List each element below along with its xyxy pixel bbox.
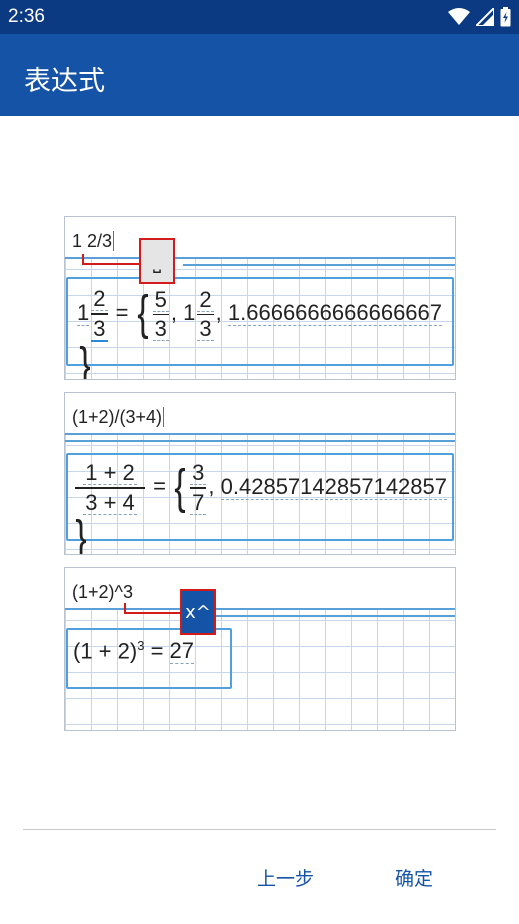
text-cursor: [113, 231, 115, 251]
status-time: 2:36: [8, 6, 45, 27]
app-bar: 表达式: [0, 34, 519, 116]
confirm-button[interactable]: 确定: [395, 864, 433, 891]
status-bar: 2:36: [0, 0, 519, 34]
wifi-icon: [448, 8, 470, 25]
bottom-divider: [23, 829, 496, 830]
example-card-power: (1+2)^3 (1 + 2)3 = 27 x^: [64, 567, 456, 731]
example-result: 123 = {5 3, 123, 1.6666666666666667}: [77, 286, 443, 380]
space-key-hint: ⎵: [139, 238, 175, 284]
example-result: (1 + 2)3 = 27: [73, 638, 195, 665]
example-input: (1+2)^3: [72, 582, 133, 602]
battery-icon: [500, 7, 511, 27]
example-input: (1+2)/(3+4): [72, 407, 165, 427]
previous-button[interactable]: 上一步: [257, 864, 314, 891]
text-cursor: [163, 407, 165, 427]
example-card-division: (1+2)/(3+4) 1 + 23 + 4 = {3 7, 0.42857142…: [64, 392, 456, 555]
status-icons: [448, 7, 511, 27]
example-card-fraction: 1 2/3 123 = {5 3, 123, 1.6666666666666667…: [64, 216, 456, 380]
power-key-hint: x^: [180, 589, 216, 635]
example-input: 1 2/3: [72, 231, 115, 251]
example-result: 1 + 23 + 4 = {3 7, 0.42857142857142857}: [75, 460, 447, 555]
page-title: 表达式: [24, 66, 105, 97]
signal-icon: [476, 8, 494, 26]
